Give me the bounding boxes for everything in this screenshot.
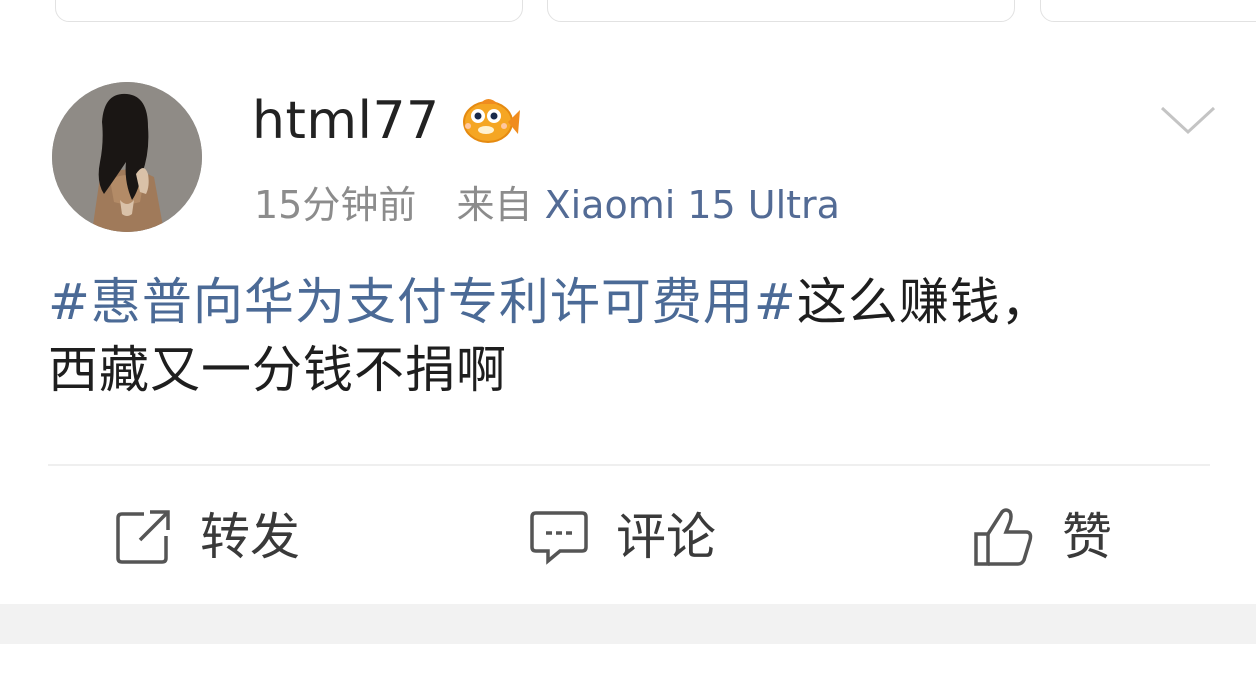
comment-label: 评论 — [616, 508, 716, 566]
device-link[interactable]: Xiaomi 15 Ultra — [545, 183, 840, 227]
next-card-area — [0, 644, 1256, 689]
source-prefix: 来自 — [456, 183, 533, 227]
share-icon — [116, 510, 170, 564]
like-button[interactable]: 赞 — [972, 500, 1112, 574]
previous-card-strip — [0, 0, 1256, 24]
body-text-1: 这么赚钱， — [796, 273, 1052, 331]
chevron-down-icon[interactable] — [1158, 100, 1218, 140]
top-card-3[interactable] — [1040, 0, 1256, 22]
comment-button[interactable]: 评论 — [530, 500, 716, 574]
top-card-2[interactable] — [547, 0, 1015, 22]
thumbs-up-icon — [974, 508, 1033, 566]
avatar[interactable] — [52, 82, 202, 232]
like-label: 赞 — [1062, 508, 1112, 566]
post-time: 15分钟前 — [254, 183, 417, 227]
body-text-2: 西藏又一分钱不捐啊 — [48, 341, 507, 399]
repost-button[interactable]: 转发 — [114, 500, 300, 574]
fish-vip-badge-icon[interactable] — [458, 92, 520, 148]
repost-label: 转发 — [200, 508, 300, 566]
hashtag-link[interactable]: #惠普向华为支付专利许可费用# — [48, 273, 797, 331]
divider — [48, 464, 1210, 466]
username[interactable]: html77 — [252, 88, 440, 154]
post-meta: 15分钟前 来自 Xiaomi 15 Ultra — [254, 181, 840, 229]
post-content: #惠普向华为支付专利许可费用#这么赚钱， 西藏又一分钱不捐啊 — [48, 268, 1218, 404]
top-card-1[interactable] — [55, 0, 523, 22]
avatar-woman-icon — [52, 82, 202, 232]
comment-icon — [530, 511, 588, 565]
